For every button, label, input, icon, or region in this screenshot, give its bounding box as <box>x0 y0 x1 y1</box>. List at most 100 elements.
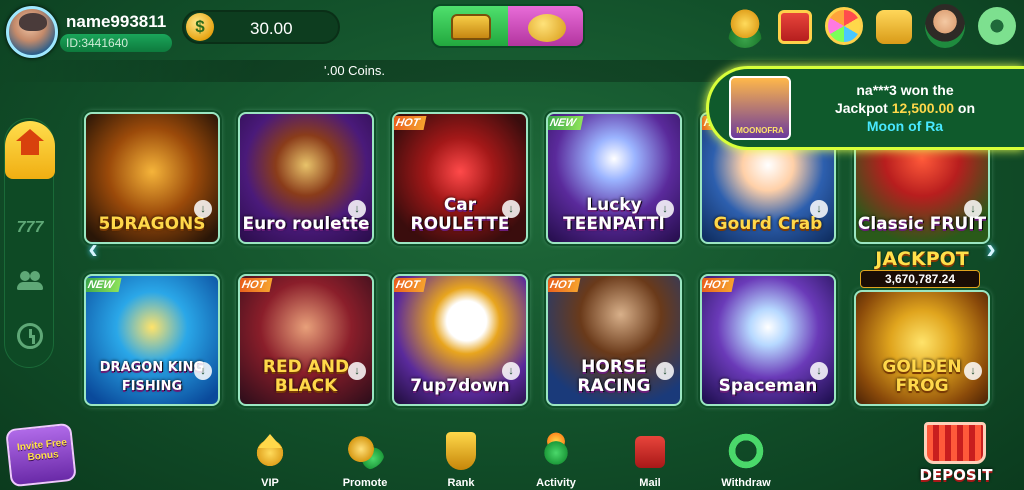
nav-rank[interactable]: Rank <box>426 430 496 490</box>
game-title: Gourd Crab <box>713 214 823 234</box>
jackpot-amount: 3,670,787.24 <box>860 270 980 288</box>
mailbox-icon <box>635 436 665 468</box>
withdraw-arrows-icon <box>726 432 766 470</box>
new-badge: NEW <box>548 116 584 130</box>
tab-chest[interactable] <box>433 6 508 46</box>
game-title: Euro roulette <box>242 214 370 234</box>
notice-suffix: on <box>954 100 976 116</box>
scroll-right-arrow-icon[interactable]: › <box>980 232 1002 266</box>
notice-line1: na***3 won the <box>856 82 954 98</box>
game-tile-horse-racing[interactable]: HOT HORSE RACING ↓ <box>546 274 682 406</box>
game-tile-lucky-teenpatti[interactable]: NEW Lucky TEENPATTI ↓ <box>546 112 682 244</box>
cash-bag-icon[interactable] <box>876 10 912 44</box>
notice-line2: Jackpot 12,500.00 on <box>805 99 1005 117</box>
gift-box-icon[interactable] <box>778 10 812 44</box>
top-bar: name993811 ID:3441640 $ 30.00 <box>0 0 1024 58</box>
download-icon[interactable]: ↓ <box>656 200 674 218</box>
nav-label: Rank <box>447 477 475 489</box>
home-icon <box>16 129 44 161</box>
settings-gear-icon[interactable] <box>978 7 1016 45</box>
download-icon[interactable]: ↓ <box>194 200 212 218</box>
download-icon[interactable]: ↓ <box>502 362 520 380</box>
nav-activity[interactable]: Activity <box>521 430 591 490</box>
download-icon[interactable]: ↓ <box>348 200 366 218</box>
mode-toggle[interactable] <box>431 4 585 48</box>
trophy-icon <box>446 432 476 470</box>
download-icon[interactable]: ↓ <box>810 200 828 218</box>
nav-slots[interactable]: 777 <box>5 203 55 253</box>
jackpot-win-notice[interactable]: MOONOFRA na***3 won the Jackpot 12,500.0… <box>706 66 1024 150</box>
gold-ingots-icon[interactable] <box>725 4 765 48</box>
nav-label: VIP <box>261 477 279 489</box>
tab-piggy-bank[interactable] <box>508 6 583 46</box>
hot-badge: HOT <box>240 278 273 292</box>
game-title: 5DRAGONS <box>98 214 206 234</box>
game-tile-red-and-black[interactable]: HOT RED AND BLACK ↓ <box>238 274 374 406</box>
left-nav: 777 <box>4 118 55 368</box>
download-icon[interactable]: ↓ <box>656 362 674 380</box>
lucky-wheel-icon[interactable] <box>825 7 863 45</box>
bottom-nav: Invite Free Bonus VIP Promote Rank Activ… <box>0 422 1024 490</box>
user-id: ID:3441640 <box>60 34 172 52</box>
game-tile-car-roulette[interactable]: HOT Car ROULETTE ↓ <box>392 112 528 244</box>
hot-badge: HOT <box>702 278 735 292</box>
marquee-text: '.00 Coins. <box>324 63 386 78</box>
jackpot-label: JACKPOT <box>875 248 969 270</box>
piggy-bank-icon <box>528 14 566 42</box>
balance-box[interactable]: $ 30.00 <box>182 10 340 44</box>
new-badge: NEW <box>86 278 122 292</box>
nav-label: Withdraw <box>721 477 771 489</box>
scroll-left-arrow-icon[interactable]: ‹ <box>82 232 104 266</box>
hot-badge: HOT <box>394 278 427 292</box>
nav-label: Promote <box>342 477 388 489</box>
invite-label: Invite Free Bonus <box>16 437 68 464</box>
deposit-button[interactable]: DEPOSIT <box>912 422 1000 490</box>
thumb-label: MOONOFRA <box>736 126 784 135</box>
download-icon[interactable]: ↓ <box>502 200 520 218</box>
nav-history[interactable] <box>5 311 55 361</box>
nav-vip[interactable]: VIP <box>235 430 305 490</box>
deposit-label: DEPOSIT <box>919 466 993 484</box>
game-tile-golden-frog[interactable]: GOLDEN FROG ↓ <box>854 290 990 406</box>
slots-777-icon: 777 <box>16 219 44 236</box>
nav-withdraw[interactable]: Withdraw <box>711 430 781 490</box>
game-title: Spaceman <box>718 376 818 396</box>
download-icon[interactable]: ↓ <box>964 362 982 380</box>
avatar[interactable] <box>6 6 58 58</box>
coins-icon <box>345 432 385 470</box>
game-tile-5dragons[interactable]: 5DRAGONS ↓ <box>84 112 220 244</box>
game-tile-dragon-king-fishing[interactable]: NEW DRAGON KING FISHING ↓ <box>84 274 220 406</box>
jackpot-notice-text: na***3 won the Jackpot 12,500.00 on Moon… <box>805 81 1005 135</box>
game-tile-euro-roulette[interactable]: Euro roulette ↓ <box>238 112 374 244</box>
hot-badge: HOT <box>394 116 427 130</box>
game-title: Classic FRUIT <box>857 214 987 234</box>
game-tile-7up7down[interactable]: HOT 7up7down ↓ <box>392 274 528 406</box>
nav-mail[interactable]: Mail <box>615 430 685 490</box>
game-tile-spaceman[interactable]: HOT Spaceman ↓ <box>700 274 836 406</box>
notice-prefix: Jackpot <box>834 100 892 116</box>
download-icon[interactable]: ↓ <box>810 362 828 380</box>
notice-amount: 12,500.00 <box>891 100 955 116</box>
history-icon <box>17 323 43 349</box>
download-icon[interactable]: ↓ <box>964 200 982 218</box>
hot-badge: HOT <box>548 278 581 292</box>
crown-icon <box>250 432 290 470</box>
notice-game: Moon of Ra <box>866 118 944 134</box>
invite-bonus-button[interactable]: Invite Free Bonus <box>5 422 77 488</box>
customer-service-icon[interactable] <box>925 4 965 48</box>
nav-home[interactable] <box>5 121 55 179</box>
balance-value: 30.00 <box>250 19 293 38</box>
nav-promote[interactable]: Promote <box>330 430 400 490</box>
download-icon[interactable]: ↓ <box>348 362 366 380</box>
shopping-cart-icon <box>924 422 986 464</box>
nav-people[interactable] <box>5 255 55 305</box>
party-gift-icon <box>536 432 576 470</box>
nav-label: Activity <box>536 477 576 489</box>
people-icon <box>17 271 43 290</box>
download-icon[interactable]: ↓ <box>194 362 212 380</box>
game-title: 7up7down <box>410 376 510 396</box>
username: name993811 <box>66 12 167 31</box>
dollar-coin-icon: $ <box>186 13 214 41</box>
moon-of-ra-thumbnail: MOONOFRA <box>729 76 791 140</box>
chest-icon <box>451 14 491 40</box>
